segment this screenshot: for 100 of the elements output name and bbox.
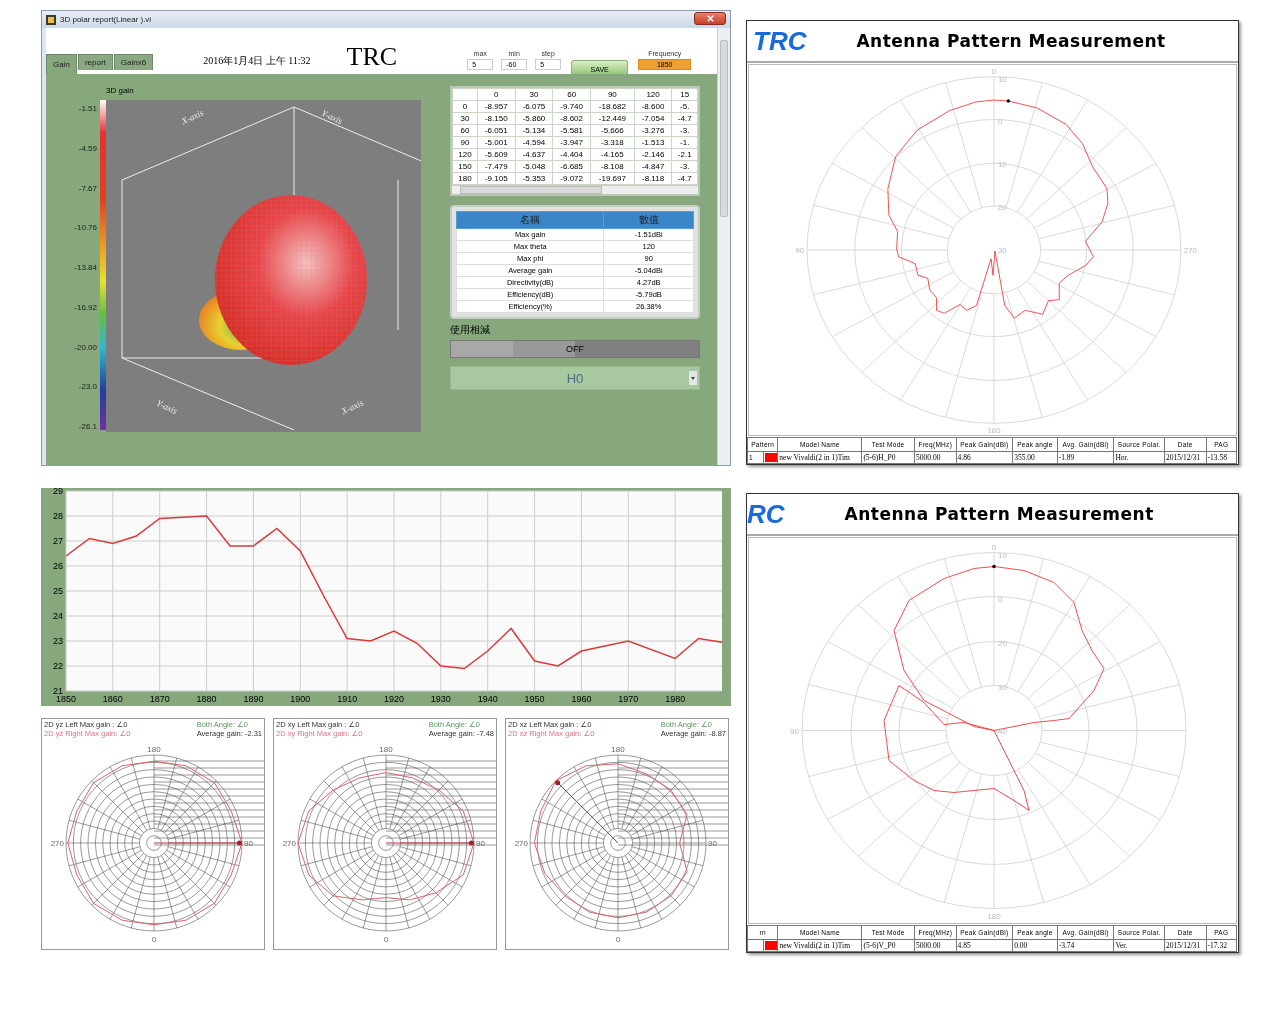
table-cell: -4.404 (552, 148, 591, 161)
table-cell: -9.740 (552, 100, 591, 113)
column-header: 30 (515, 88, 553, 101)
axis-tick-label: 1850 (56, 694, 76, 704)
ring-label: 10 (998, 550, 1007, 560)
column-header: 120 (634, 88, 672, 101)
logo-text: RC (747, 498, 785, 530)
table-cell: -12.449 (590, 112, 635, 125)
axis-tick-label: 29 (53, 488, 63, 496)
toggle-switch[interactable]: OFF (450, 340, 700, 358)
angle-label: 270 (282, 839, 296, 848)
angle-label: 270 (514, 839, 528, 848)
table-cell: -6.685 (552, 160, 591, 173)
table-cell: -8.600 (634, 100, 672, 113)
axis-tick-label: 1910 (337, 694, 358, 704)
axis-tick-label: 1900 (290, 694, 311, 704)
table-cell: -8.150 (477, 112, 516, 125)
axis-label: Y-axis (319, 107, 344, 127)
scale-label: -10.76 (74, 223, 97, 233)
column-header: 15 (671, 88, 698, 101)
table-cell: -8.957 (477, 100, 516, 113)
table-cell: -4.637 (515, 148, 553, 161)
table-cell: -5.001 (477, 136, 516, 149)
axis-tick-label: 26 (53, 561, 63, 571)
angle-label: 180 (987, 911, 1001, 921)
axis-tick-label: 1980 (665, 694, 686, 704)
axis-tick-label: 1870 (149, 694, 170, 704)
timestamp: 2016年1月4日 上午 11:32 (203, 54, 311, 68)
report-title: Antenna Pattern Measurement (844, 504, 1154, 524)
table-cell: -5.666 (590, 124, 635, 137)
axis-tick-label: 22 (53, 661, 63, 671)
axis-tick-label: 1920 (384, 694, 404, 704)
tab[interactable]: Gainx6 (113, 54, 154, 70)
row-header: 180 (452, 172, 478, 185)
row-header: 120 (452, 148, 478, 161)
table-cell: -8.602 (552, 112, 591, 125)
horizontal-scrollbar[interactable] (452, 185, 698, 194)
row-header: 0 (452, 100, 478, 113)
scale-label: -20.00 (74, 342, 97, 352)
tab[interactable]: Gain (46, 54, 77, 74)
table-cell: -4.594 (515, 136, 553, 149)
scale-label: -1.51 (78, 104, 97, 113)
column-header: 數值 (603, 211, 694, 229)
scale-label: -13.84 (74, 263, 97, 272)
column-header: 0 (477, 88, 516, 101)
angle-label: 180 (147, 745, 161, 754)
axis-tick-label: 23 (53, 636, 63, 646)
column-header: 90 (590, 88, 635, 101)
axis-tick-label: 24 (53, 611, 63, 621)
row-header: 60 (452, 124, 478, 137)
angle-label: 0 (615, 935, 621, 944)
ring-label: 10 (997, 74, 1007, 84)
angle-label: 90 (244, 839, 253, 848)
table-cell: -9.072 (552, 172, 591, 185)
axis-tick-label: 1890 (243, 694, 264, 704)
table-cell: -5.048 (515, 160, 553, 173)
table-cell: -5.860 (515, 112, 553, 125)
logo-text: TRC (753, 25, 807, 57)
axis-tick-label: 1950 (524, 694, 545, 704)
axis-tick-label: 1970 (618, 694, 639, 704)
close-icon (705, 13, 715, 23)
table-cell: -8.108 (590, 160, 635, 173)
table-cell: -4.7 (671, 112, 698, 125)
axis-tick-label: 1930 (430, 694, 451, 704)
angle-label: 90 (476, 839, 485, 848)
scale-label: -7.67 (78, 183, 97, 193)
table-cell: -19.697 (590, 172, 635, 185)
max-gain-marker (555, 780, 619, 844)
app-icon (46, 14, 56, 25)
angle-label: 270 (50, 839, 64, 848)
plot-title: 3D gain (106, 86, 135, 97)
axis-tick-label: 28 (53, 511, 63, 521)
ring-label: 10 (997, 160, 1007, 170)
angle-label: 180 (611, 745, 625, 754)
angle-label: 0 (383, 935, 389, 944)
table-cell: -5. (671, 100, 698, 113)
table-cell: -3.947 (552, 136, 591, 149)
axis-tick-label: 21 (53, 686, 63, 696)
column-header: 名稱 (456, 211, 604, 229)
axis-label: X-axis (339, 397, 366, 417)
logo-text: TRC (346, 44, 398, 70)
window-title: 3D polar report(Linear ).vi (60, 15, 153, 24)
axis-tick-label: 27 (53, 536, 63, 546)
angle-label: 0 (151, 935, 157, 944)
table-cell: -2.1 (671, 148, 698, 161)
row-header: 30 (452, 112, 478, 125)
table-cell: -7.479 (477, 160, 516, 173)
close-button[interactable] (694, 11, 726, 25)
toggle-label: 使用相減 (450, 323, 491, 337)
tab[interactable]: report (77, 54, 113, 70)
table-cell: -5.581 (552, 124, 591, 137)
scale-label: -4.59 (78, 143, 97, 153)
table-cell: -4.7 (671, 172, 698, 185)
table-cell: -4.847 (634, 160, 672, 173)
axis-tick-label: 1880 (196, 694, 217, 704)
scale-label: -16.92 (74, 302, 97, 312)
table-cell: -6.075 (515, 100, 553, 113)
axis-tick-label: 1940 (477, 694, 498, 704)
vertical-scrollbar[interactable] (717, 28, 730, 465)
table-cell: -3. (671, 160, 698, 173)
